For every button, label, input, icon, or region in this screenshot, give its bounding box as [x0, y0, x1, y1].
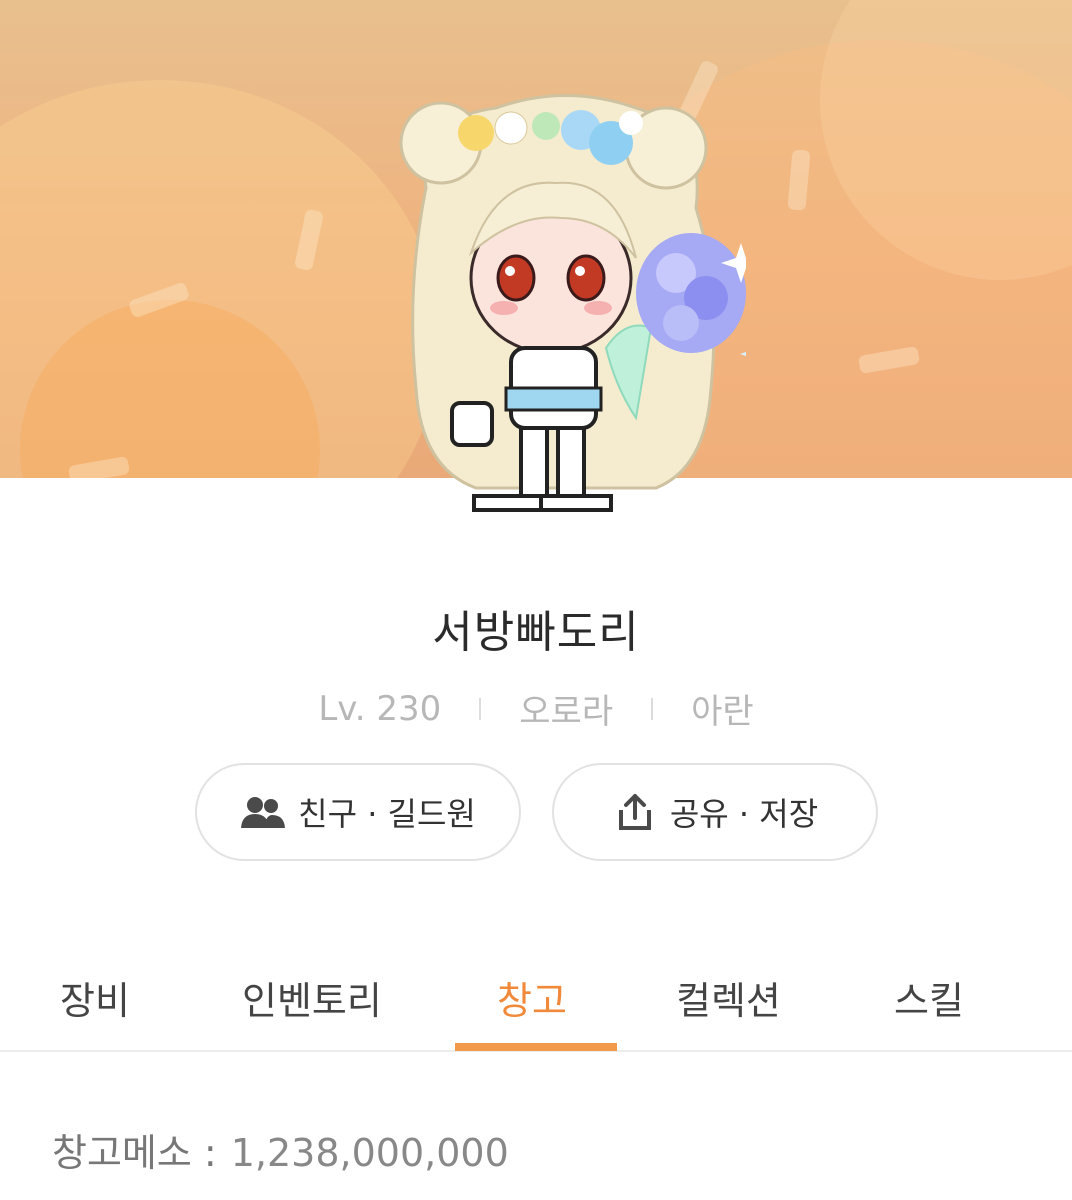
tab-equipment[interactable]: 장비 [60, 970, 130, 1025]
meta-divider [479, 697, 482, 720]
storage-meso-value: 1,238,000,000 [230, 1131, 509, 1175]
share-upload-icon [612, 792, 658, 832]
profile-tabs: 장비 인벤토리 창고 컬렉션 스킬 [0, 952, 1072, 1050]
character-avatar [399, 94, 746, 512]
character-level: Lv. 230 [318, 688, 442, 729]
share-save-button[interactable]: 공유 · 저장 [552, 763, 878, 861]
people-icon [240, 792, 286, 832]
meta-divider [651, 697, 654, 720]
friends-guild-button[interactable]: 친구 · 길드원 [195, 763, 521, 861]
storage-meso-label: 창고메소 : [52, 1131, 217, 1175]
tab-inventory[interactable]: 인벤토리 [242, 970, 382, 1025]
character-job: 아란 [691, 692, 754, 732]
active-tab-indicator [455, 1043, 617, 1051]
storage-meso: 창고메소 : 1,238,000,000 [52, 1122, 509, 1177]
tab-storage[interactable]: 창고 [497, 970, 567, 1025]
character-name: 서방빠도리 [432, 607, 640, 658]
share-save-label: 공유 · 저장 [669, 795, 819, 833]
character-world: 오로라 [519, 692, 614, 732]
friends-guild-label: 친구 · 길드원 [298, 795, 476, 833]
tab-collection[interactable]: 컬렉션 [676, 970, 781, 1025]
character-meta: Lv. 230 오로라 아란 [0, 684, 1072, 733]
tab-skill[interactable]: 스킬 [894, 970, 964, 1025]
